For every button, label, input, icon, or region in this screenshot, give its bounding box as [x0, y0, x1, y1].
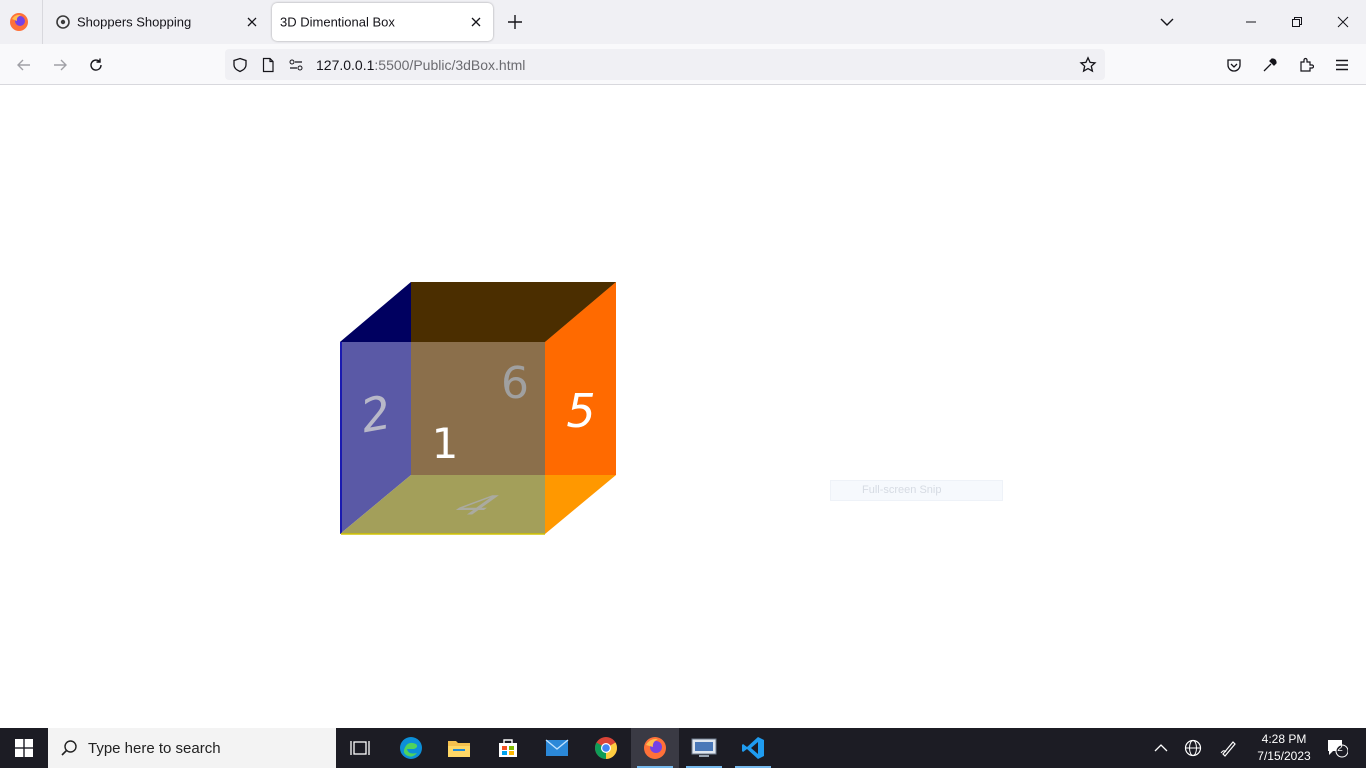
mail-taskbar-button[interactable] [533, 728, 581, 768]
clock-date: 7/15/2023 [1257, 749, 1311, 763]
navigation-toolbar: 127.0.0.1:5500/Public/3dBox.html [0, 44, 1366, 85]
firefox-taskbar-button[interactable] [631, 728, 679, 768]
permissions-icon[interactable] [287, 56, 305, 74]
clock-time: 4:28 PM [1261, 732, 1307, 746]
eyedropper-icon [1263, 58, 1277, 72]
tab-title: Shoppers Shopping [77, 14, 192, 30]
remote-desktop-icon [691, 738, 717, 757]
list-all-tabs-chevron-icon[interactable] [1158, 13, 1176, 31]
edge-taskbar-button[interactable] [387, 728, 435, 768]
close-window-button[interactable] [1320, 0, 1366, 44]
pocket-button[interactable] [1222, 53, 1246, 77]
taskbar-clock[interactable]: 4:28 PM 7/15/2023 [1252, 731, 1316, 765]
reload-icon [90, 58, 102, 71]
eyedropper-button[interactable] [1258, 53, 1282, 77]
puzzle-icon [1300, 57, 1314, 72]
edge-icon [400, 737, 422, 759]
close-icon [1337, 16, 1349, 28]
folder-icon [448, 741, 470, 757]
page-info-icon[interactable] [259, 56, 277, 74]
vscode-taskbar-button[interactable] [729, 728, 777, 768]
hamburger-menu-icon [1336, 59, 1348, 71]
file-explorer-taskbar-button[interactable] [435, 728, 483, 768]
face-label-1: 1 [432, 419, 459, 468]
close-tab-icon[interactable] [245, 15, 259, 29]
notification-count-badge: 2 [1337, 743, 1343, 754]
notification-center-icon[interactable]: 2 [1324, 738, 1350, 758]
new-tab-plus-icon[interactable] [505, 12, 525, 32]
tab-separator [42, 0, 43, 44]
search-placeholder: Type here to search [88, 740, 221, 757]
tab-shoppers-shopping[interactable]: Shoppers Shopping [44, 1, 269, 43]
mail-icon [545, 739, 569, 756]
right-face-bottom [545, 475, 616, 534]
face-label-5: 5 [566, 384, 595, 438]
back-button[interactable] [12, 53, 36, 77]
url-text[interactable]: 127.0.0.1:5500/Public/3dBox.html [316, 57, 525, 73]
task-view-button[interactable] [336, 728, 384, 768]
windows-logo-icon [15, 739, 33, 757]
arrow-left-icon [17, 59, 30, 71]
taskbar-search-box[interactable]: Type here to search [48, 728, 336, 768]
minimize-icon [1246, 21, 1256, 23]
url-path: :5500/Public/3dBox.html [374, 57, 526, 73]
address-bar[interactable]: 127.0.0.1:5500/Public/3dBox.html [225, 49, 1105, 80]
chrome-taskbar-button[interactable] [582, 728, 630, 768]
3d-box: 1 2 3 4 5 6 [340, 282, 689, 535]
tracking-protection-shield-icon[interactable] [231, 56, 249, 74]
microsoft-store-taskbar-button[interactable] [484, 728, 532, 768]
tab-3d-box[interactable]: 3D Dimentional Box [272, 3, 493, 41]
chrome-icon [595, 737, 617, 759]
app-menu-button[interactable] [1330, 53, 1354, 77]
bookmark-star-icon[interactable] [1079, 56, 1097, 74]
close-tab-icon[interactable] [469, 15, 483, 29]
vscode-icon [742, 737, 764, 759]
firefox-menu-icon[interactable] [8, 11, 30, 33]
url-host: 127.0.0.1 [316, 57, 375, 73]
remote-desktop-taskbar-button[interactable] [680, 728, 728, 768]
web-page-content: 1 2 3 4 5 6 Full-screen Snip [0, 85, 1366, 728]
network-globe-icon[interactable] [1183, 738, 1203, 758]
start-button[interactable] [0, 728, 48, 768]
browser-tab-bar: Shoppers Shopping 3D Dimentional Box [0, 0, 1366, 44]
pocket-icon [1227, 59, 1241, 72]
search-icon [61, 740, 77, 756]
face-label-6: 6 [501, 358, 529, 409]
forward-button[interactable] [48, 53, 72, 77]
restore-icon [1292, 17, 1302, 27]
store-bag-icon [499, 739, 517, 757]
extensions-button[interactable] [1294, 53, 1318, 77]
face-label-3: 3 [624, 297, 688, 333]
reload-button[interactable] [84, 53, 108, 77]
minimize-window-button[interactable] [1228, 0, 1274, 44]
full-screen-snip-tooltip: Full-screen Snip [830, 480, 1003, 501]
arrow-right-icon [54, 59, 67, 71]
left-face-top-edge [340, 282, 411, 342]
tab-title: 3D Dimentional Box [280, 14, 395, 30]
firefox-icon [644, 737, 666, 759]
globe-icon [56, 15, 70, 29]
pen-ink-workspace-icon[interactable] [1219, 738, 1239, 758]
task-view-icon [350, 741, 370, 755]
show-hidden-icons-chevron-icon[interactable] [1151, 738, 1171, 758]
restore-window-button[interactable] [1274, 0, 1320, 44]
windows-taskbar: Type here to search 4:28 PM 7/15/2023 2 [0, 728, 1366, 768]
